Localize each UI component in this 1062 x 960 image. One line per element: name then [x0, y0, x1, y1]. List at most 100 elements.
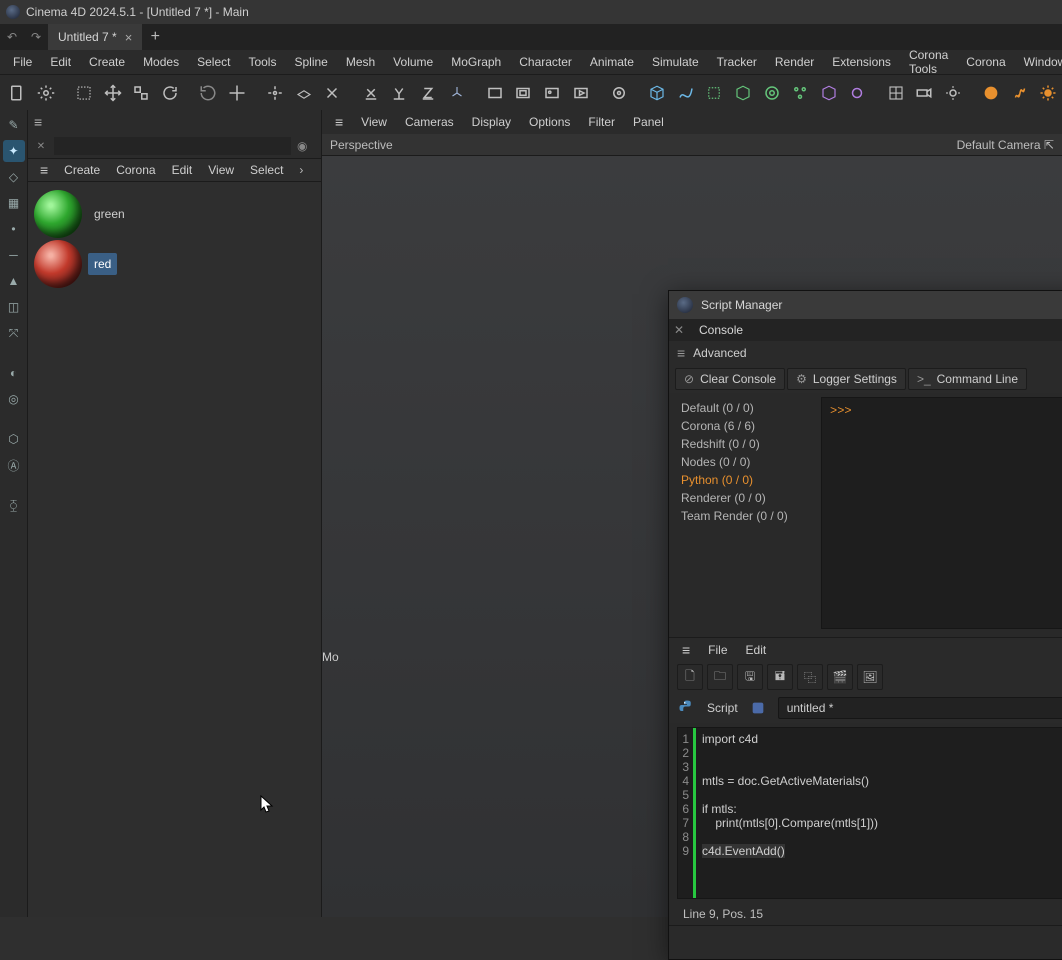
gear-icon[interactable] — [33, 79, 60, 107]
vmenu-cameras[interactable]: Cameras — [398, 112, 461, 132]
console-tab[interactable]: Console — [689, 320, 753, 340]
menu-mograph[interactable]: MoGraph — [444, 52, 508, 72]
save-as-icon[interactable]: 🖬 — [767, 664, 793, 690]
advanced-label[interactable]: Advanced — [693, 346, 746, 360]
point-mode-icon[interactable]: • — [3, 218, 25, 240]
vmenu-options[interactable]: Options — [522, 112, 577, 132]
spline-primitive-icon[interactable] — [672, 79, 699, 107]
menu-spline[interactable]: Spline — [287, 52, 334, 72]
volume-icon[interactable] — [816, 79, 843, 107]
menu-volume[interactable]: Volume — [386, 52, 440, 72]
console-cat-active[interactable]: Python (0 / 0) — [681, 473, 805, 487]
hamburger-icon[interactable] — [675, 639, 697, 661]
console-cat[interactable]: Default (0 / 0) — [681, 401, 805, 415]
model-mode-icon[interactable]: ✦ — [3, 140, 25, 162]
mograph-icon[interactable] — [787, 79, 814, 107]
picture-viewer-icon[interactable] — [539, 79, 566, 107]
vmenu-panel[interactable]: Panel — [626, 112, 671, 132]
clear-search-icon[interactable] — [34, 141, 48, 152]
material-name[interactable]: red — [88, 253, 117, 275]
corona-sun-icon[interactable] — [1035, 79, 1062, 107]
move-icon[interactable] — [99, 79, 126, 107]
mat-menu-select[interactable]: Select — [244, 160, 289, 180]
vmenu-display[interactable]: Display — [465, 112, 518, 132]
console-cat[interactable]: Nodes (0 / 0) — [681, 455, 805, 469]
hamburger-icon[interactable] — [34, 114, 42, 130]
viewport-solo-icon[interactable]: ◐ — [3, 362, 25, 384]
annotation-icon[interactable]: Ⓐ — [3, 454, 25, 476]
render-region-icon[interactable] — [510, 79, 537, 107]
menu-modes[interactable]: Modes — [136, 52, 186, 72]
code-editor[interactable]: 123456789 import c4d mtls = doc.GetActiv… — [677, 727, 1062, 899]
menu-tools[interactable]: Tools — [241, 52, 283, 72]
console-cat[interactable]: Renderer (0 / 0) — [681, 491, 805, 505]
hamburger-icon[interactable] — [677, 345, 685, 361]
field-icon[interactable] — [758, 79, 785, 107]
tag-icon[interactable]: ⬡ — [3, 428, 25, 450]
more-menu-icon[interactable] — [293, 160, 309, 180]
console-cat[interactable]: Corona (6 / 6) — [681, 419, 805, 433]
camera-icon[interactable] — [911, 79, 938, 107]
clapper-icon[interactable]: 🎬 — [827, 664, 853, 690]
deformer-icon[interactable] — [730, 79, 757, 107]
redo-button[interactable]: ↷ — [24, 24, 48, 50]
mat-menu-edit[interactable]: Edit — [166, 160, 199, 180]
z-axis-icon[interactable] — [415, 79, 442, 107]
script-menu-edit[interactable]: Edit — [739, 640, 774, 660]
menu-edit[interactable]: Edit — [43, 52, 78, 72]
uv-mode-icon[interactable]: ◫ — [3, 296, 25, 318]
menu-create[interactable]: Create — [82, 52, 132, 72]
menu-corona-tools[interactable]: Corona Tools — [902, 45, 955, 79]
magnet-icon[interactable]: ⧲ — [3, 494, 25, 516]
workplane-icon[interactable] — [290, 79, 317, 107]
open-script-icon[interactable]: 🗀 — [707, 664, 733, 690]
visibility-icon[interactable]: ◉ — [297, 139, 313, 153]
document-tab[interactable]: Untitled 7 * × — [48, 24, 142, 50]
menu-render[interactable]: Render — [768, 52, 821, 72]
menu-character[interactable]: Character — [512, 52, 579, 72]
poly-mode-icon[interactable]: ▲ — [3, 270, 25, 292]
history-icon[interactable] — [195, 79, 222, 107]
scale-icon[interactable] — [128, 79, 155, 107]
mat-menu-create[interactable]: Create — [58, 160, 106, 180]
new-script-icon[interactable]: 🗋 — [677, 664, 703, 690]
material-name[interactable]: green — [88, 203, 131, 225]
close-tab-icon[interactable]: × — [125, 30, 133, 45]
corona-vfb-icon[interactable] — [1006, 79, 1033, 107]
material-item[interactable]: green — [34, 190, 315, 238]
menu-extensions[interactable]: Extensions — [825, 52, 898, 72]
console-cat[interactable]: Team Render (0 / 0) — [681, 509, 805, 523]
menu-file[interactable]: File — [6, 52, 39, 72]
mat-menu-corona[interactable]: Corona — [110, 160, 161, 180]
xray-icon[interactable]: ◎ — [3, 388, 25, 410]
axis-lock-icon[interactable] — [319, 79, 346, 107]
move-tool-icon[interactable] — [224, 79, 251, 107]
hamburger-icon[interactable] — [34, 159, 54, 181]
coord-system-icon[interactable] — [443, 79, 470, 107]
grid-icon[interactable] — [882, 79, 909, 107]
script-manager-window[interactable]: Script Manager ─ □ ✕ ✕ Console Advanced … — [668, 290, 1062, 960]
render-icon[interactable] — [606, 79, 633, 107]
logger-settings-button[interactable]: ⚙Logger Settings — [787, 368, 906, 390]
corona-render-icon[interactable] — [978, 79, 1005, 107]
y-axis-icon[interactable] — [386, 79, 413, 107]
hamburger-icon[interactable] — [328, 111, 350, 133]
edge-mode-icon[interactable]: ─ — [3, 244, 25, 266]
script-name-dropdown[interactable]: untitled * — [778, 697, 1062, 719]
code-content[interactable]: import c4d mtls = doc.GetActiveMaterials… — [696, 728, 884, 898]
menu-tracker[interactable]: Tracker — [710, 52, 764, 72]
texture-mode-icon[interactable]: ▦ — [3, 192, 25, 214]
viewport-camera[interactable]: Default Camera ⇱ — [957, 138, 1054, 152]
undo-button[interactable]: ↶ — [0, 24, 24, 50]
material-search-input[interactable] — [54, 137, 291, 155]
vmenu-view[interactable]: View — [354, 112, 394, 132]
render-queue-icon[interactable] — [567, 79, 594, 107]
command-line-button[interactable]: >_Command Line — [908, 368, 1027, 390]
new-file-icon[interactable] — [4, 79, 31, 107]
edit-mode-icon[interactable]: ✎ — [3, 114, 25, 136]
menu-simulate[interactable]: Simulate — [645, 52, 706, 72]
save-script-icon[interactable]: 🖫 — [737, 664, 763, 690]
console-output[interactable]: >>> — [821, 397, 1062, 629]
console-cat[interactable]: Redshift (0 / 0) — [681, 437, 805, 451]
material-item[interactable]: red — [34, 240, 315, 288]
